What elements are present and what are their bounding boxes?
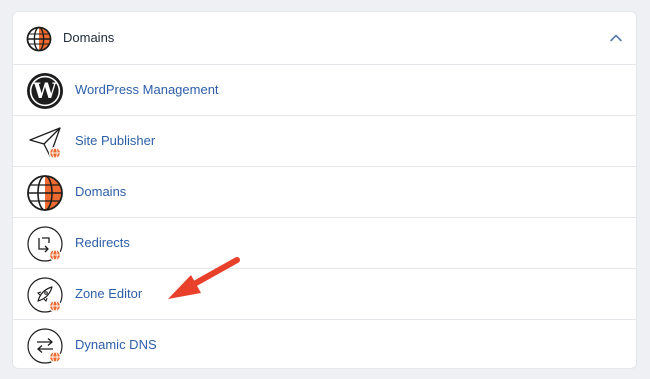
list-item-label: Dynamic DNS — [75, 337, 157, 352]
svg-text:W: W — [32, 78, 57, 103]
wordpress-icon: W — [27, 73, 63, 109]
panel-title: Domains — [63, 30, 115, 45]
globe-icon — [27, 175, 63, 211]
list-item-label: Domains — [75, 184, 127, 199]
domains-tool-list: W WordPress Management Site Publisher Do… — [13, 65, 636, 368]
globe-icon — [26, 26, 52, 52]
list-item-label: Zone Editor — [75, 286, 143, 301]
domains-panel: Domains W WordPress Management Site Publ… — [12, 11, 637, 369]
swap-arrows-icon — [27, 328, 63, 364]
list-item-domains[interactable]: Domains — [13, 167, 636, 218]
list-item-dynamic-dns[interactable]: Dynamic DNS — [13, 320, 636, 368]
rocket-icon — [27, 277, 63, 313]
chevron-up-icon[interactable] — [608, 30, 624, 46]
list-item-wordpress-management[interactable]: W WordPress Management — [13, 65, 636, 116]
list-item-label: Site Publisher — [75, 133, 156, 148]
paper-plane-icon — [29, 127, 62, 160]
panel-header[interactable]: Domains — [13, 12, 636, 65]
list-item-zone-editor[interactable]: Zone Editor — [13, 269, 636, 320]
list-item-label: Redirects — [75, 235, 130, 250]
list-item-redirects[interactable]: Redirects — [13, 218, 636, 269]
redirect-icon — [27, 226, 63, 262]
list-item-site-publisher[interactable]: Site Publisher — [13, 116, 636, 167]
list-item-label: WordPress Management — [75, 82, 219, 97]
